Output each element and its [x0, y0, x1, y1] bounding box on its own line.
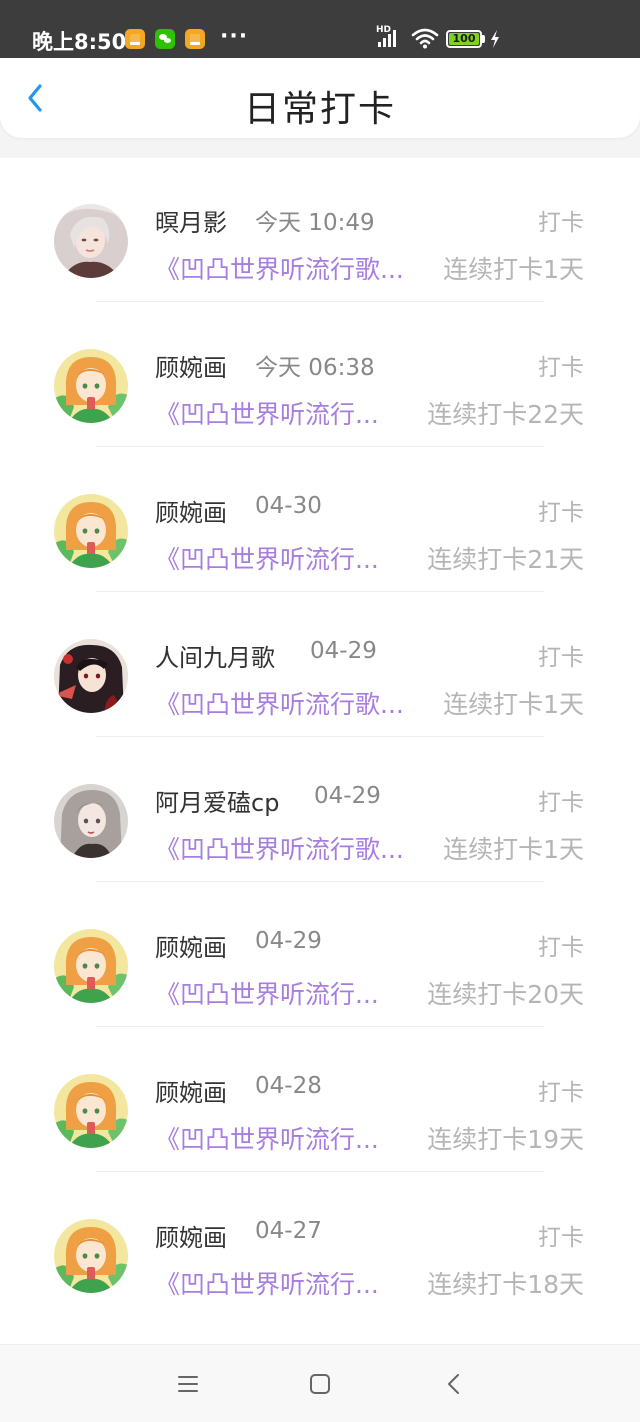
- checkin-list: 暝月影 今天 10:49 打卡 《凹凸世界听流行歌... 连续打卡1天 顾婉画 …: [0, 158, 640, 1344]
- book-title[interactable]: 《凹凸世界听流行...: [155, 540, 379, 576]
- charging-icon: [491, 30, 499, 48]
- checkin-label: 打卡: [538, 645, 584, 671]
- post-time: 今天 10:49: [255, 210, 375, 236]
- book-title[interactable]: 《凹凸世界听流行歌...: [155, 250, 404, 286]
- avatar[interactable]: [54, 204, 128, 278]
- list-item[interactable]: 顾婉画 04-28 打卡 《凹凸世界听流行... 连续打卡19天: [0, 1028, 640, 1173]
- username[interactable]: 阿月爱磕cp: [155, 783, 279, 818]
- orange-app-notification-icon: [185, 29, 205, 49]
- avatar[interactable]: [54, 639, 128, 713]
- avatar-image: [54, 639, 128, 713]
- post-time: 04-29: [255, 928, 322, 954]
- checkin-label: 打卡: [538, 1080, 584, 1106]
- streak-count: 连续打卡1天: [443, 255, 584, 284]
- battery-tip: [482, 35, 485, 43]
- checkin-label: 打卡: [538, 790, 584, 816]
- avatar[interactable]: [54, 349, 128, 423]
- orange-app-notification-icon: [125, 29, 145, 49]
- streak-count: 连续打卡21天: [427, 545, 584, 574]
- checkin-label: 打卡: [538, 1225, 584, 1251]
- divider: [96, 881, 544, 882]
- avatar-image: [54, 929, 128, 1003]
- status-bar: 晚上8:50 ··· HD 100: [0, 0, 640, 58]
- checkin-label: 打卡: [538, 935, 584, 961]
- username[interactable]: 顾婉画: [155, 1073, 227, 1108]
- avatar-image: [54, 1219, 128, 1293]
- streak-count: 连续打卡19天: [427, 1125, 584, 1154]
- more-notifications-icon: ···: [220, 24, 249, 49]
- username[interactable]: 顾婉画: [155, 928, 227, 963]
- streak-count: 连续打卡1天: [443, 690, 584, 719]
- avatar[interactable]: [54, 494, 128, 568]
- list-item[interactable]: 暝月影 今天 10:49 打卡 《凹凸世界听流行歌... 连续打卡1天: [0, 158, 640, 303]
- streak-count: 连续打卡20天: [427, 980, 584, 1009]
- divider: [96, 301, 544, 302]
- wechat-notification-icon: [155, 29, 175, 49]
- back-triangle-icon[interactable]: [441, 1371, 467, 1397]
- avatar[interactable]: [54, 784, 128, 858]
- checkin-label: 打卡: [538, 210, 584, 236]
- status-time: 晚上8:50: [32, 30, 127, 54]
- username[interactable]: 顾婉画: [155, 348, 227, 383]
- avatar-image: [54, 494, 128, 568]
- post-time: 04-29: [314, 783, 381, 809]
- checkin-label: 打卡: [538, 500, 584, 526]
- post-time: 04-30: [255, 493, 322, 519]
- page-title: 日常打卡: [243, 89, 396, 130]
- avatar-image: [54, 784, 128, 858]
- home-square-icon[interactable]: [307, 1371, 333, 1397]
- username[interactable]: 暝月影: [155, 203, 227, 238]
- divider: [96, 446, 544, 447]
- streak-count: 连续打卡1天: [443, 835, 584, 864]
- avatar[interactable]: [54, 1074, 128, 1148]
- post-time: 04-29: [310, 638, 377, 664]
- list-item[interactable]: 顾婉画 04-27 打卡 《凹凸世界听流行... 连续打卡18天: [0, 1173, 640, 1318]
- divider: [96, 1026, 544, 1027]
- checkin-label: 打卡: [538, 355, 584, 381]
- menu-icon[interactable]: [175, 1371, 201, 1397]
- username[interactable]: 人间九月歌: [155, 638, 275, 673]
- battery-level: 100: [449, 33, 479, 45]
- wifi-icon: [411, 28, 439, 49]
- system-navigation-bar: [0, 1344, 640, 1422]
- divider: [96, 591, 544, 592]
- username[interactable]: 顾婉画: [155, 493, 227, 528]
- book-title[interactable]: 《凹凸世界听流行歌...: [155, 685, 404, 721]
- username[interactable]: 顾婉画: [155, 1218, 227, 1253]
- divider: [96, 1171, 544, 1172]
- post-time: 04-27: [255, 1218, 322, 1244]
- list-item[interactable]: 阿月爱磕cp 04-29 打卡 《凹凸世界听流行歌... 连续打卡1天: [0, 738, 640, 883]
- app-header: 日常打卡: [0, 58, 640, 138]
- avatar-image: [54, 1074, 128, 1148]
- book-title[interactable]: 《凹凸世界听流行...: [155, 395, 379, 431]
- avatar-image: [54, 204, 128, 278]
- book-title[interactable]: 《凹凸世界听流行...: [155, 1120, 379, 1156]
- book-title[interactable]: 《凹凸世界听流行...: [155, 975, 379, 1011]
- book-title[interactable]: 《凹凸世界听流行歌...: [155, 830, 404, 866]
- book-title[interactable]: 《凹凸世界听流行...: [155, 1265, 379, 1301]
- list-item[interactable]: 人间九月歌 04-29 打卡 《凹凸世界听流行歌... 连续打卡1天: [0, 593, 640, 738]
- avatar-image: [54, 349, 128, 423]
- list-item[interactable]: 顾婉画 04-29 打卡 《凹凸世界听流行... 连续打卡20天: [0, 883, 640, 1028]
- list-item[interactable]: 顾婉画 04-30 打卡 《凹凸世界听流行... 连续打卡21天: [0, 448, 640, 593]
- battery-icon: 100: [446, 30, 482, 48]
- streak-count: 连续打卡18天: [427, 1270, 584, 1299]
- avatar[interactable]: [54, 929, 128, 1003]
- divider: [96, 736, 544, 737]
- post-time: 今天 06:38: [255, 355, 375, 381]
- streak-count: 连续打卡22天: [427, 400, 584, 429]
- post-time: 04-28: [255, 1073, 322, 1099]
- avatar[interactable]: [54, 1219, 128, 1293]
- list-item[interactable]: 顾婉画 今天 06:38 打卡 《凹凸世界听流行... 连续打卡22天: [0, 303, 640, 448]
